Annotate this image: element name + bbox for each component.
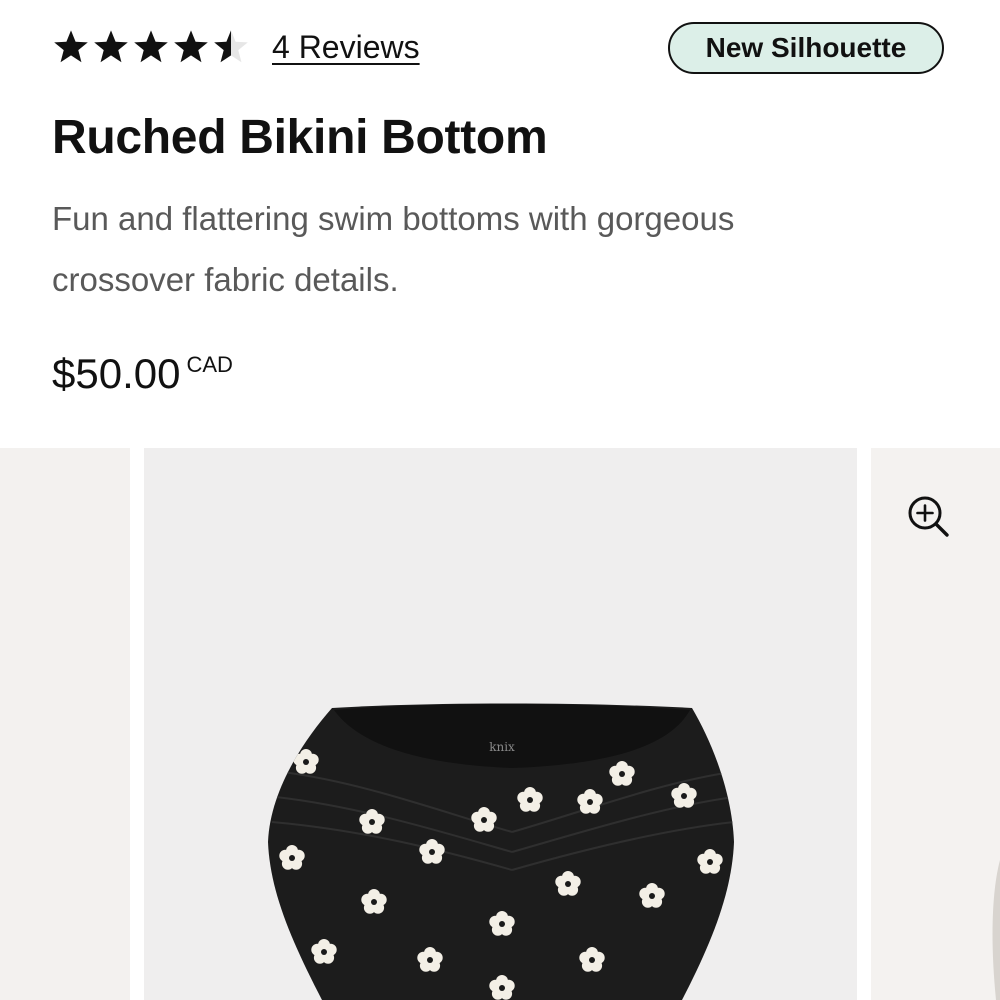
brand-mark: knix <box>489 740 515 754</box>
bikini-bottom-image: knix <box>268 703 734 1000</box>
price-currency: CAD <box>186 352 233 377</box>
product-title: Ruched Bikini Bottom <box>52 111 548 164</box>
star-icon <box>94 30 128 63</box>
zoom-in-icon[interactable] <box>906 494 950 538</box>
new-silhouette-badge: New Silhouette <box>668 22 944 74</box>
price-row: $50.00 CAD <box>52 348 233 400</box>
reviews-link[interactable]: 4 Reviews <box>272 29 420 66</box>
half-star-icon <box>214 30 248 63</box>
star-icon <box>174 30 208 63</box>
product-price: $50.00 <box>52 350 181 397</box>
badge-label: New Silhouette <box>705 32 907 63</box>
product-page: 4 Reviews New Silhouette Ruched Bikini B… <box>0 0 1000 1000</box>
rating-row: 4 Reviews <box>52 28 420 66</box>
star-icon <box>54 30 88 63</box>
star-icon <box>134 30 168 63</box>
product-description: Fun and flattering swim bottoms with gor… <box>52 200 735 298</box>
previous-slide[interactable] <box>0 448 130 1000</box>
next-slide-preview <box>992 860 1000 1000</box>
star-rating[interactable] <box>52 28 250 66</box>
